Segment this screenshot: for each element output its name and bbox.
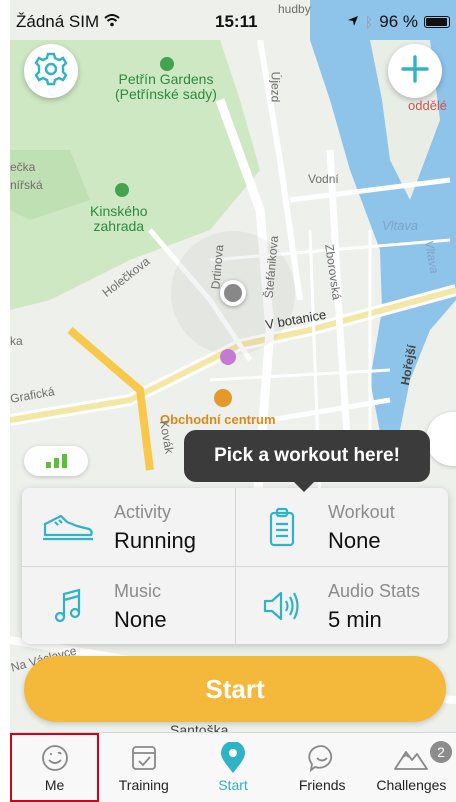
tab-challenges[interactable]: 2 Challenges xyxy=(367,733,456,802)
map-label-petrin: Petřín Gardens (Petřínské sady) xyxy=(115,71,217,102)
activity-selector[interactable]: Activity Running xyxy=(22,488,235,566)
add-button[interactable] xyxy=(388,44,442,98)
tab-training-label: Training xyxy=(118,777,169,793)
music-value: None xyxy=(114,607,167,632)
music-selector[interactable]: Music None xyxy=(22,566,235,644)
bluetooth-icon: ᛒ xyxy=(364,14,374,30)
music-note-icon xyxy=(40,585,96,627)
speaker-icon xyxy=(254,585,310,627)
tab-start-label: Start xyxy=(218,777,248,793)
gear-icon xyxy=(33,51,69,92)
plus-icon xyxy=(400,54,430,89)
map-label-ka: ka xyxy=(10,334,23,348)
tab-me-label: Me xyxy=(44,777,65,793)
location-arrow-icon xyxy=(347,12,359,32)
workout-settings-panel: Activity Running Workout None Music None… xyxy=(22,488,448,644)
chat-smile-icon xyxy=(304,741,340,775)
tab-friends-label: Friends xyxy=(298,777,346,793)
battery-percent: 96 % xyxy=(379,12,418,31)
clipboard-icon xyxy=(254,506,310,548)
mountain-icon xyxy=(393,741,429,775)
tab-bar: Me Training Start Friends 2 Challenges xyxy=(10,732,456,802)
activity-value: Running xyxy=(114,528,196,553)
location-pin-icon xyxy=(215,741,251,775)
start-button[interactable]: Start xyxy=(24,656,446,722)
calendar-check-icon xyxy=(126,741,162,775)
signal-bar-1 xyxy=(45,462,51,468)
current-location-marker xyxy=(220,280,246,306)
map-label-kinskeho: Kinského zahrada xyxy=(90,203,148,234)
status-bar: Žádná SIM 15:11 ᛒ 96 % xyxy=(10,0,456,40)
audio-stats-label: Audio Stats xyxy=(328,581,421,601)
audio-stats-value: 5 min xyxy=(328,607,382,632)
battery-icon xyxy=(424,16,450,28)
activity-label: Activity xyxy=(114,502,172,522)
clock: 15:11 xyxy=(215,12,258,31)
wifi-icon xyxy=(104,12,120,31)
tab-start[interactable]: Start xyxy=(188,733,277,802)
workout-selector[interactable]: Workout None xyxy=(235,488,448,566)
music-label: Music xyxy=(114,581,162,601)
tab-challenges-label: Challenges xyxy=(376,777,447,793)
map-label-oddele: oddělé xyxy=(408,98,448,113)
map-label-nirska: nířská xyxy=(10,178,43,192)
map-label-ecka: ečka xyxy=(10,160,36,174)
workout-tooltip: Pick a workout here! xyxy=(184,430,430,492)
map-label-vltava: Vltava xyxy=(382,218,419,233)
settings-button[interactable] xyxy=(24,44,78,98)
carrier-label: Žádná SIM xyxy=(16,12,120,32)
tab-me[interactable]: Me xyxy=(10,733,100,802)
workout-value: None xyxy=(328,528,381,553)
challenges-badge: 2 xyxy=(430,741,453,763)
map-label-obchodni: Obchodní centrum xyxy=(160,412,276,427)
status-right: ᛒ 96 % xyxy=(347,12,450,32)
audio-stats-selector[interactable]: Audio Stats 5 min xyxy=(235,566,448,644)
workout-label: Workout xyxy=(328,502,395,522)
running-shoe-icon xyxy=(40,506,96,548)
carrier-text: Žádná SIM xyxy=(16,12,100,31)
signal-bar-3 xyxy=(61,454,67,468)
tab-friends[interactable]: Friends xyxy=(278,733,367,802)
map-label-vodni: Vodní xyxy=(308,172,339,186)
signal-bar-2 xyxy=(53,458,59,468)
tab-training[interactable]: Training xyxy=(99,733,188,802)
phone-screen: Petřín Gardens (Petřínské sady) Kinského z… xyxy=(10,0,456,802)
gps-signal-indicator[interactable] xyxy=(24,446,88,476)
smiley-icon xyxy=(37,741,73,775)
map-label-ujezd: Újezd xyxy=(268,71,283,103)
